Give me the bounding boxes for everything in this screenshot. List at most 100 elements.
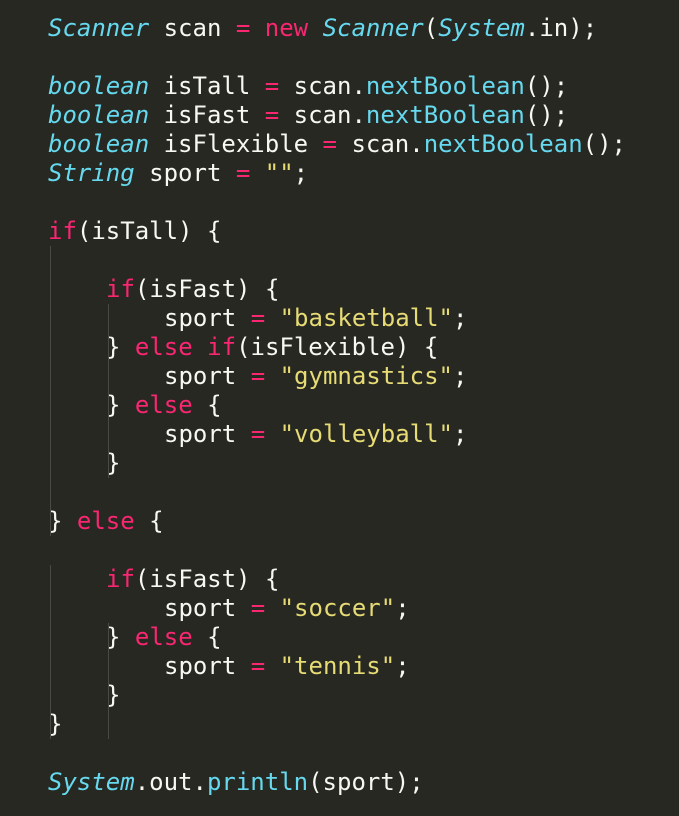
code-token: } (106, 333, 135, 361)
code-token: boolean (48, 72, 150, 100)
code-token: scan (149, 14, 236, 42)
code-token: "basketball" (279, 304, 453, 332)
code-token: (); (582, 130, 627, 158)
code-token: (); (524, 72, 569, 100)
code-line: } (0, 710, 679, 739)
code-token: = (250, 362, 266, 390)
code-token: sport (164, 652, 251, 680)
code-token: = (250, 652, 266, 680)
code-token: "gymnastics" (279, 362, 453, 390)
code-line: sport = "gymnastics"; (0, 362, 679, 391)
indent-guide (108, 623, 109, 739)
code-line: if(isTall) { (0, 217, 679, 246)
code-lines: Scanner scan = new Scanner(System.in); bo… (0, 14, 679, 797)
code-editor[interactable]: Scanner scan = new Scanner(System.in); bo… (0, 0, 679, 816)
code-token: isTall (149, 72, 265, 100)
code-token: (sport); (308, 768, 424, 796)
code-line: } else { (0, 391, 679, 420)
code-line: boolean isTall = scan.nextBoolean(); (0, 72, 679, 101)
code-token: } (48, 507, 77, 535)
code-line: String sport = ""; (0, 159, 679, 188)
code-line: boolean isFlexible = scan.nextBoolean(); (0, 130, 679, 159)
code-token: (isTall) { (76, 217, 222, 245)
code-token: "soccer" (279, 594, 396, 622)
code-token: scan. (337, 130, 424, 158)
code-token: } (106, 391, 135, 419)
code-token: Scanner (322, 14, 424, 42)
code-token: = (264, 101, 280, 129)
code-line: } else { (0, 623, 679, 652)
code-token: if (106, 275, 135, 303)
code-token: isFast (149, 101, 265, 129)
code-token: if (106, 565, 135, 593)
code-line: } else { (0, 507, 679, 536)
code-line: } (0, 449, 679, 478)
indent-guide (108, 304, 109, 478)
code-token: (isFast) { (134, 565, 280, 593)
indent-guide (50, 565, 51, 739)
code-token: = (235, 159, 251, 187)
code-token: nextBoolean (365, 101, 525, 129)
code-token: else (134, 391, 193, 419)
code-token: new (264, 14, 309, 42)
code-line: } else if(isFlexible) { (0, 333, 679, 362)
code-line: if(isFast) { (0, 275, 679, 304)
code-token: } (106, 623, 135, 651)
code-token: ( (423, 14, 439, 42)
code-line: sport = "tennis"; (0, 652, 679, 681)
code-token: { (134, 507, 164, 535)
code-token: scan. (279, 101, 366, 129)
code-token: ; (453, 362, 468, 390)
code-token: else (76, 507, 135, 535)
code-token: .in); (524, 14, 598, 42)
code-token: sport (164, 594, 251, 622)
code-token: else (134, 623, 193, 651)
code-token: "volleyball" (279, 420, 453, 448)
code-token: = (250, 304, 266, 332)
code-token: scan. (279, 72, 366, 100)
code-line: Scanner scan = new Scanner(System.in); (0, 14, 679, 43)
code-token: if (48, 217, 77, 245)
code-token: System (438, 14, 525, 42)
code-line: System.out.println(sport); (0, 768, 679, 797)
code-token: sport (164, 304, 251, 332)
code-token: sport (164, 362, 251, 390)
code-token: sport (134, 159, 236, 187)
indent-guide (50, 246, 51, 536)
code-token: .out. (134, 768, 207, 796)
code-token: boolean (48, 130, 150, 158)
code-token: else (134, 333, 193, 361)
code-token: ; (453, 304, 468, 332)
code-line: } (0, 681, 679, 710)
code-token: String (48, 159, 135, 187)
code-token: = (322, 130, 337, 158)
code-line: boolean isFast = scan.nextBoolean(); (0, 101, 679, 130)
code-line: if(isFast) { (0, 565, 679, 594)
code-token: = (250, 420, 266, 448)
code-token: = (264, 72, 280, 100)
code-token: boolean (48, 101, 150, 129)
code-token: if (207, 333, 237, 361)
code-token: = (235, 14, 251, 42)
code-line: sport = "soccer"; (0, 594, 679, 623)
code-token: sport (164, 420, 251, 448)
code-token: ; (395, 652, 410, 680)
code-token: System (48, 768, 135, 796)
code-token: isFlexible (149, 130, 323, 158)
code-token: nextBoolean (365, 72, 525, 100)
code-token: { (192, 391, 222, 419)
